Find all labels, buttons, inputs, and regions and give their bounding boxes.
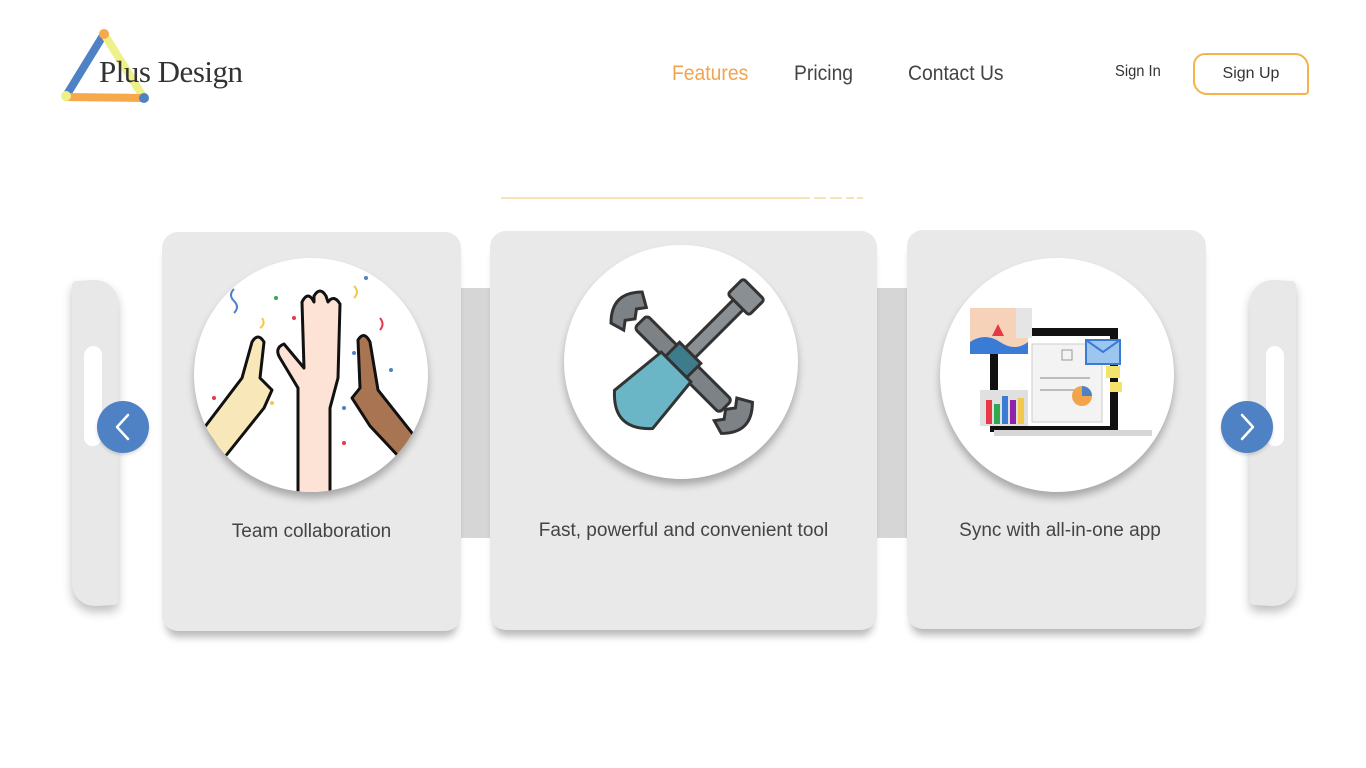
sign-up-label: Sign Up bbox=[1222, 65, 1280, 82]
feature-card-sync[interactable]: Sync with all-in-one app bbox=[907, 230, 1206, 629]
card-title: Team collaboration bbox=[231, 521, 392, 542]
chevron-right-icon bbox=[1240, 413, 1255, 441]
brand-name: Plus Design bbox=[99, 54, 243, 89]
card-title: Sync with all-in-one app bbox=[959, 520, 1161, 541]
feature-card-tool[interactable]: Fast, powerful and convenient tool bbox=[490, 231, 877, 630]
sign-up-button[interactable]: Sign Up bbox=[1193, 53, 1309, 95]
carousel-prev-button[interactable] bbox=[97, 401, 149, 453]
card-connector bbox=[455, 288, 495, 538]
sign-in-link[interactable]: Sign In bbox=[1115, 63, 1161, 81]
nav-pricing[interactable]: Pricing bbox=[794, 62, 853, 86]
section-divider-dash bbox=[830, 197, 842, 199]
section-divider-dash bbox=[814, 197, 826, 199]
chevron-left-icon bbox=[115, 413, 130, 441]
feature-card-team-collaboration[interactable]: Team collaboration bbox=[162, 232, 461, 631]
nav-contact-us[interactable]: Contact Us bbox=[908, 62, 1004, 86]
high-five-icon bbox=[194, 258, 428, 492]
brand-logo[interactable]: Plus Design bbox=[58, 26, 248, 108]
card-connector bbox=[872, 288, 912, 538]
tools-icon bbox=[564, 245, 798, 479]
card-title: Fast, powerful and convenient tool bbox=[538, 520, 829, 541]
nav-features[interactable]: Features bbox=[672, 62, 748, 86]
dashboard-icon bbox=[940, 258, 1174, 492]
carousel-next-button[interactable] bbox=[1221, 401, 1273, 453]
section-divider-dash bbox=[857, 197, 863, 199]
section-divider-dash bbox=[846, 197, 854, 199]
section-divider bbox=[501, 197, 810, 199]
